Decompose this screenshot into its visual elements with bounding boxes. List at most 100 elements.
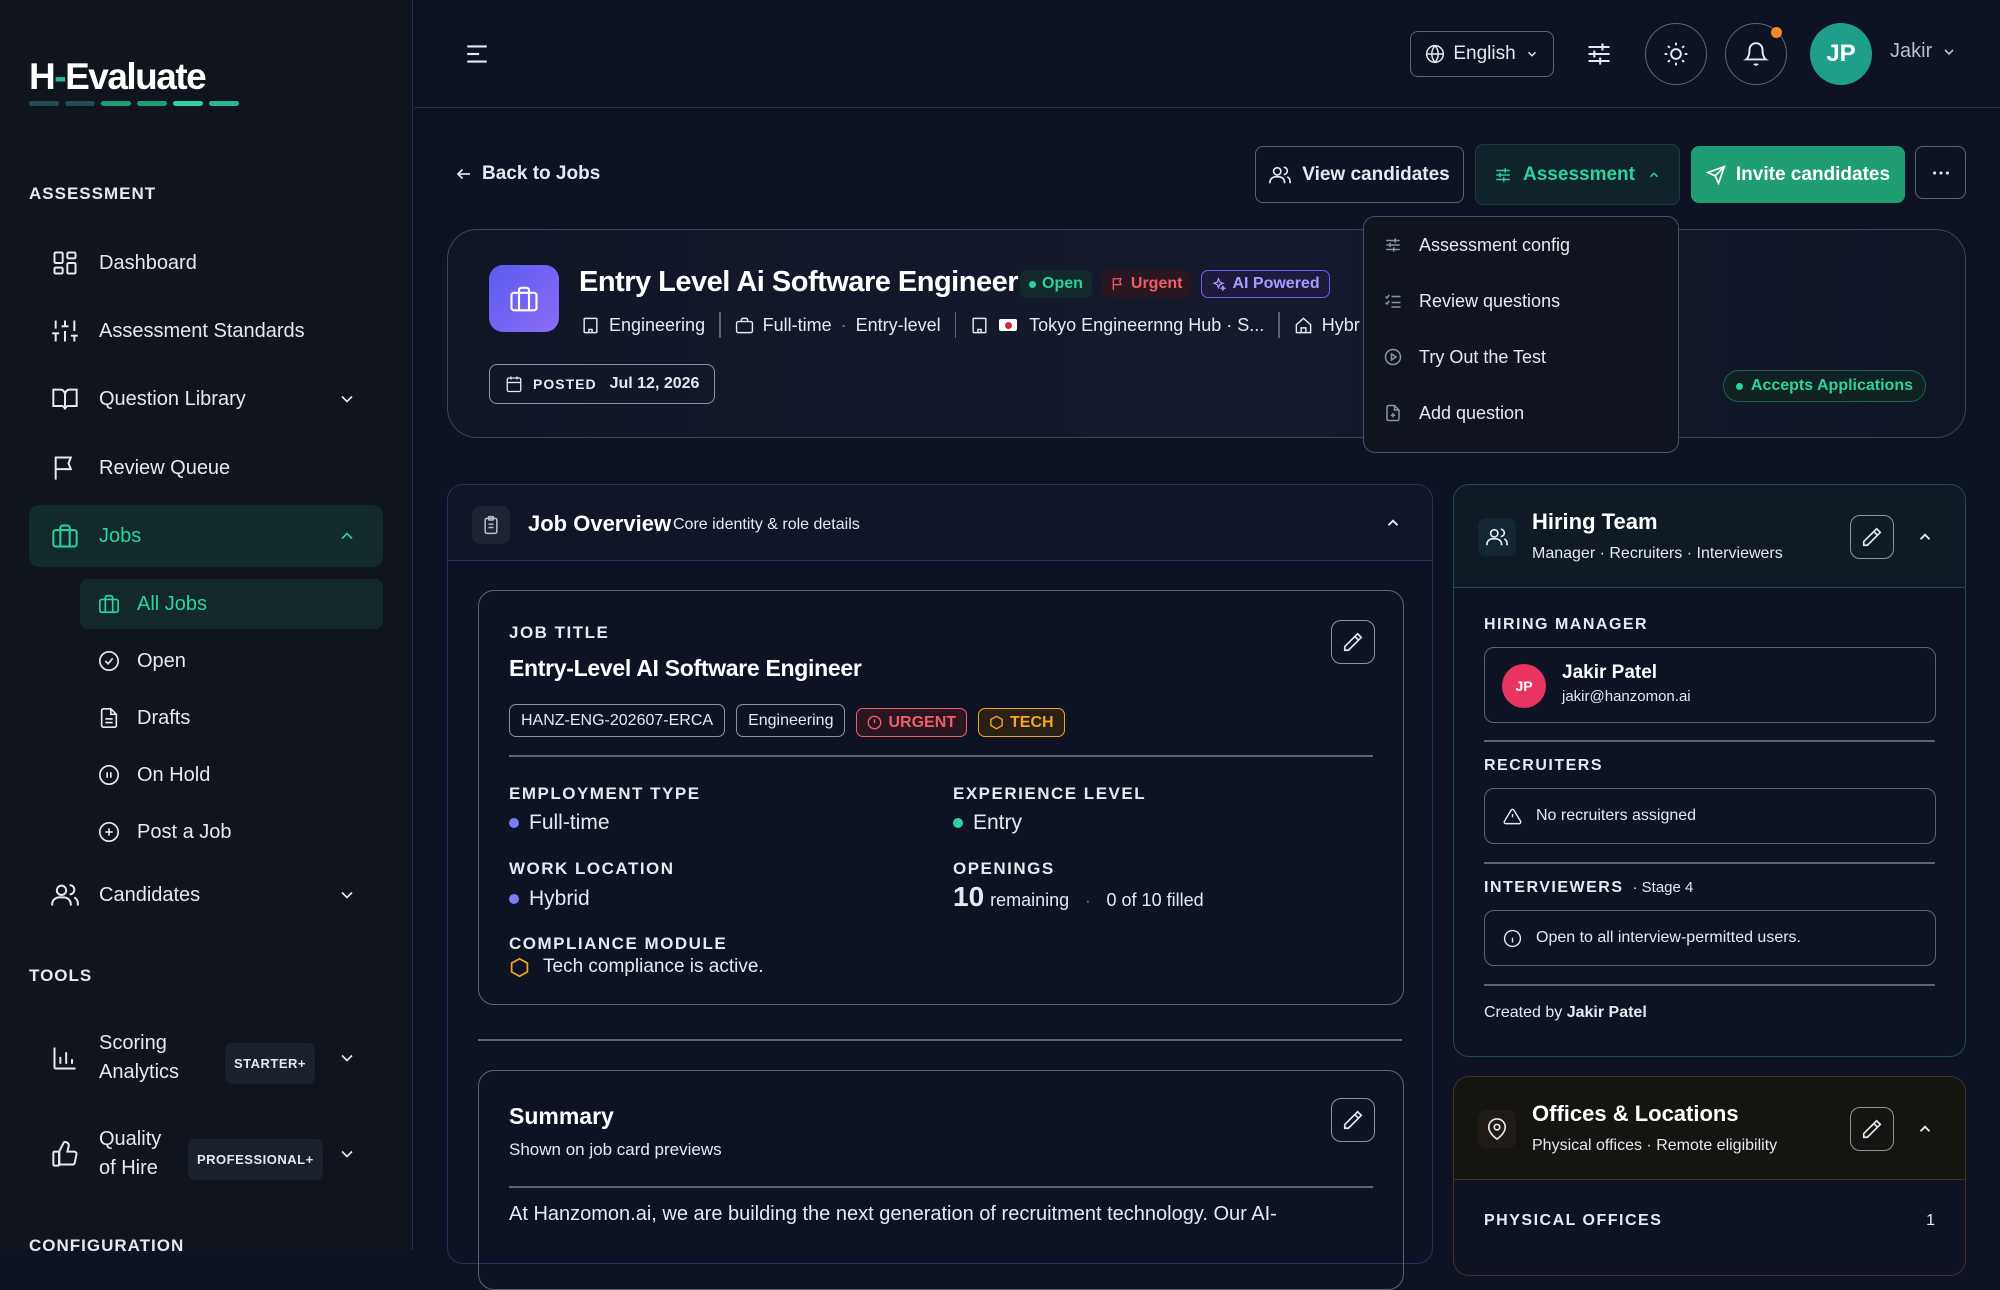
edit-offices-button[interactable] [1850,1107,1894,1151]
clipboard-icon [472,506,510,544]
avatar[interactable]: JP [1810,23,1872,85]
flag-icon [54,456,73,480]
meta-location: Tokyo Engineernng Hub · S... [1029,314,1265,335]
offices-title: Offices & Locations [1532,1101,1739,1126]
summary-card: Summary Shown on job card previews At Ha… [478,1070,1404,1290]
pencil-icon [1343,632,1363,652]
menu-item-try-out-test[interactable]: Try Out the Test [1364,329,1678,385]
more-horizontal-icon [1932,170,1949,175]
sidebar-subitem-all-jobs[interactable]: All Jobs [80,579,383,629]
invite-candidates-label: Invite candidates [1735,163,1891,185]
status-badge-open: Open [1020,270,1092,298]
chevron-down-icon[interactable] [337,1144,357,1164]
sidebar-subitem-open[interactable]: Open [80,636,383,686]
theme-toggle-button[interactable] [1645,23,1707,85]
assessment-dropdown-menu: Assessment config Review questions Try O… [1363,216,1679,453]
notifications-button[interactable] [1725,23,1787,85]
menu-toggle-icon[interactable] [464,41,490,67]
warning-icon [1503,808,1522,824]
invite-candidates-button[interactable]: Invite candidates [1691,146,1905,203]
menu-item-label: Try Out the Test [1419,346,1547,367]
hiring-manager-card[interactable]: JP Jakir Patel jakir@hanzomon.ai [1484,647,1936,723]
divider [509,755,1373,757]
menu-item-review-questions[interactable]: Review questions [1364,273,1678,329]
menu-item-add-question[interactable]: Add question [1364,385,1678,441]
user-menu[interactable]: Jakir [1890,40,1957,63]
sidebar-item-label: Assessment Standards [99,319,305,342]
recruiters-label: RECRUITERS [1484,757,1604,774]
offices-header[interactable]: Offices & Locations Physical offices · R… [1454,1077,1965,1180]
job-icon-tile [489,265,559,332]
edit-job-title-button[interactable] [1331,620,1375,664]
menu-item-label: Review questions [1419,290,1561,311]
chevron-up-icon[interactable] [337,526,357,546]
view-candidates-button[interactable]: View candidates [1255,146,1464,203]
assessment-label: Assessment [1523,163,1635,185]
job-title-heading: Entry Level Ai Software Engineer [579,266,1019,298]
sidebar-subitem-drafts[interactable]: Drafts [80,693,383,743]
users-icon [51,884,79,906]
assessment-button[interactable]: Assessment [1475,144,1680,205]
briefcase-icon [510,286,538,311]
sidebar-subitem-label: All Jobs [137,592,208,615]
sidebar-item-scoring-analytics[interactable]: Scoring Analytics STARTER+ [29,1018,383,1098]
chevron-down-icon[interactable] [337,1048,357,1068]
status-badges: Open Urgent AI Powered [1020,270,1330,298]
edit-hiring-team-button[interactable] [1850,515,1894,559]
user-name: Jakir [1890,40,1933,62]
hiring-team-header[interactable]: Hiring Team Manager · Recruiters · Inter… [1454,485,1965,588]
job-overview-header[interactable]: Job Overview Core identity & role detail… [448,485,1432,561]
experience-level-label: EXPERIENCE LEVEL [953,784,1147,803]
edit-summary-button[interactable] [1331,1098,1375,1142]
book-icon [52,388,78,410]
app-logo[interactable]: H-Evaluate [29,56,207,98]
sliders-icon [52,320,78,342]
back-to-jobs-link[interactable]: Back to Jobs [455,163,600,185]
hiring-team-panel: Hiring Team Manager · Recruiters · Inter… [1453,484,1966,1057]
sidebar-item-review-queue[interactable]: Review Queue [29,437,383,499]
sidebar-item-quality-of-hire[interactable]: Quality of Hire PROFESSIONAL+ [29,1114,383,1194]
work-location-value: Hybrid [509,887,590,911]
compliance-module-label: COMPLIANCE MODULE [509,934,728,953]
sidebar-item-label: Review Queue [99,456,231,479]
sidebar-item-jobs[interactable]: Jobs [29,505,383,567]
sidebar-item-label: Question Library [99,387,246,410]
sidebar-item-question-library[interactable]: Question Library [29,368,383,430]
sidebar-item-assessment-standards[interactable]: Assessment Standards [29,300,383,362]
logo-underline [29,101,239,106]
recruiters-field[interactable]: No recruiters assigned [1484,788,1936,844]
physical-offices-count: 1 [1926,1212,1935,1229]
language-select[interactable]: English [1410,31,1554,77]
chevron-down-icon[interactable] [337,885,357,905]
posted-date: Jul 12, 2026 [609,375,700,392]
sparkles-icon [1212,276,1227,292]
accepts-applications-badge: Accepts Applications [1722,370,1926,402]
chevron-down-icon[interactable] [337,389,357,409]
hiring-manager-email: jakir@hanzomon.ai [1562,688,1691,705]
chevron-up-icon[interactable] [1916,528,1934,546]
sidebar-item-candidates[interactable]: Candidates [29,864,383,926]
divider [1484,740,1935,742]
divider [509,1186,1373,1188]
summary-title: Summary [509,1103,614,1129]
section-label-configuration: CONFIGURATION [29,1236,185,1255]
chevron-up-icon[interactable] [1384,514,1402,532]
interviewers-field[interactable]: Open to all interview-permitted users. [1484,910,1936,966]
globe-icon [1426,44,1445,64]
job-code-tag: HANZ-ENG-202607-ERCA [509,704,726,737]
sidebar-item-label: Dashboard [99,251,197,274]
bar-chart-icon [53,1047,76,1070]
pencil-icon [1862,1119,1882,1139]
chevron-up-icon[interactable] [1916,1120,1934,1138]
building-icon [583,317,598,333]
work-location-label: WORK LOCATION [509,859,675,878]
status-badge-urgent: Urgent [1101,270,1192,298]
filters-icon[interactable] [1585,40,1613,68]
map-pin-icon [1478,1110,1516,1148]
sidebar-item-dashboard[interactable]: Dashboard [29,232,383,294]
sidebar-subitem-post-a-job[interactable]: Post a Job [80,807,383,857]
users-icon [1478,518,1516,556]
more-actions-button[interactable] [1915,146,1966,199]
menu-item-assessment-config[interactable]: Assessment config [1364,217,1678,273]
sidebar-subitem-on-hold[interactable]: On Hold [80,750,383,800]
